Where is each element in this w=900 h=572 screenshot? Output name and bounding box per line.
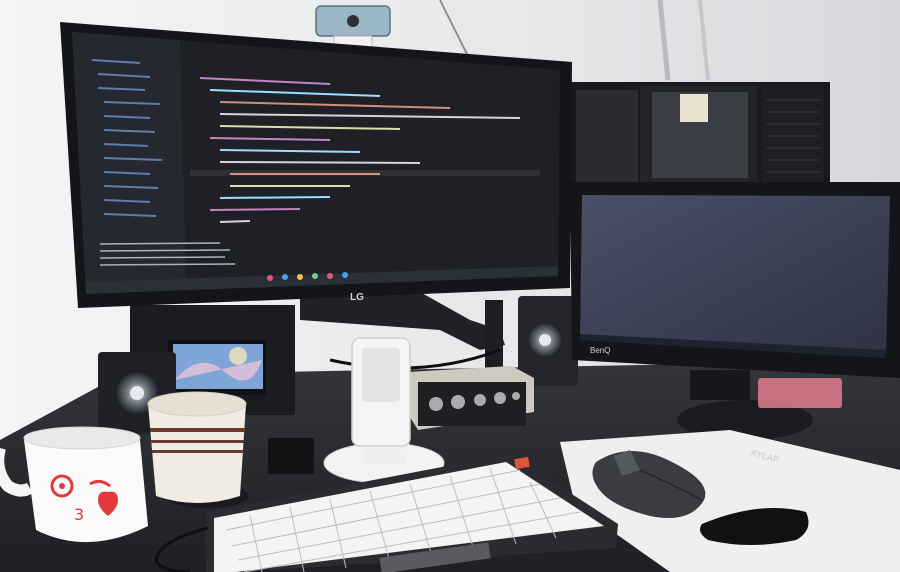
mug-number: 3 bbox=[74, 505, 84, 524]
lg-brand-logo: LG bbox=[350, 292, 364, 303]
speaker-right bbox=[518, 296, 578, 386]
desk-setup-photo: LG BenQ XYLAP 3 bbox=[0, 0, 900, 572]
pink-box bbox=[758, 378, 842, 408]
lg-monitor: LG bbox=[60, 22, 572, 308]
scene-drawing: LG BenQ XYLAP 3 bbox=[0, 0, 900, 572]
benq-screen bbox=[580, 195, 890, 358]
code-highlight-line bbox=[190, 170, 540, 176]
mini-display bbox=[168, 340, 266, 395]
small-device bbox=[268, 438, 314, 474]
benq-brand-logo: BenQ bbox=[590, 346, 610, 355]
pc-tower bbox=[566, 82, 830, 190]
editor-file-tree bbox=[72, 32, 186, 294]
striped-cup bbox=[147, 391, 249, 508]
audio-interface bbox=[408, 366, 534, 430]
